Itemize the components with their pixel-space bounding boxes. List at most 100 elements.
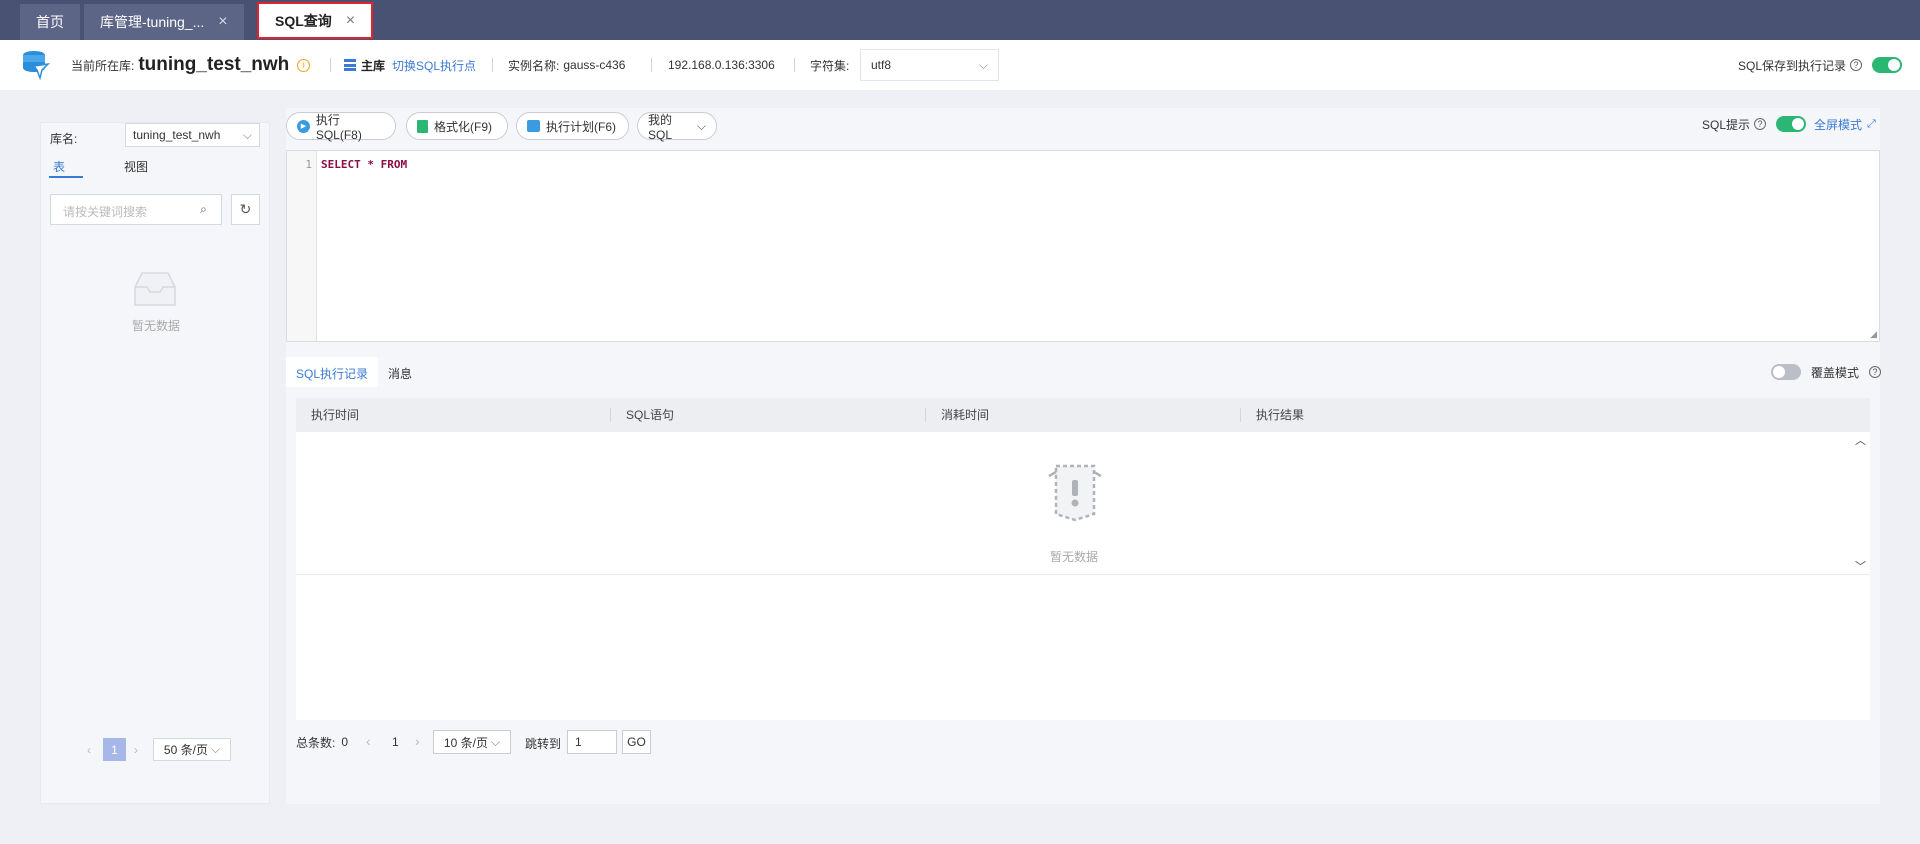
db-label: 库名: bbox=[50, 132, 78, 146]
page-size-value: 10 条/页 bbox=[443, 735, 488, 750]
prev-page-icon[interactable]: ‹ bbox=[366, 733, 371, 749]
tab-db-management[interactable]: 库管理-tuning_... × bbox=[84, 4, 244, 40]
plan-label: 执行计划(F6) bbox=[546, 119, 616, 134]
next-page-icon[interactable]: › bbox=[415, 733, 420, 749]
jump-label: 跳转到 bbox=[525, 737, 562, 751]
jump-page-value: 1 bbox=[575, 735, 582, 749]
table-search-input[interactable]: 请按关键词搜索 bbox=[50, 194, 193, 225]
execution-plan-button[interactable]: 执行计划(F6) bbox=[516, 112, 629, 140]
overwrite-mode-setting: 覆盖模式 ? bbox=[1771, 358, 1882, 386]
fullscreen-button[interactable]: 全屏模式 bbox=[1814, 116, 1862, 133]
role-label: 主库 bbox=[361, 58, 386, 73]
address: 192.168.0.136:3306 bbox=[668, 58, 775, 72]
chevron-down-icon: ⌵ bbox=[210, 742, 221, 756]
total-value: 0 bbox=[341, 735, 349, 749]
execute-sql-label: 执行SQL(F8) bbox=[315, 112, 362, 142]
chevron-down-icon: ⌵ bbox=[696, 118, 706, 133]
charset-select[interactable]: utf8 ⌵ bbox=[860, 49, 999, 81]
execute-sql-button[interactable]: ▶ 执行SQL(F8) bbox=[286, 112, 396, 142]
search-icon: ⌕ bbox=[200, 202, 207, 216]
total-count: 总条数: 0 bbox=[296, 730, 348, 754]
empty-text: 暂无数据 bbox=[132, 319, 181, 333]
tab-messages[interactable]: 消息 bbox=[388, 365, 412, 382]
format-button[interactable]: 格式化(F9) bbox=[406, 112, 508, 140]
sql-hint-label: SQL提示 bbox=[1702, 117, 1751, 132]
chevron-down-icon: ⌵ bbox=[242, 127, 252, 142]
switch-sql-point-link[interactable]: 切换SQL执行点 bbox=[392, 57, 476, 74]
plan-icon bbox=[527, 120, 540, 132]
search-placeholder: 请按关键词搜索 bbox=[63, 205, 148, 219]
table-header: 执行时间 SQL语句 消耗时间 执行结果 bbox=[296, 398, 1870, 432]
tab-label: 首页 bbox=[36, 14, 64, 30]
tab-home[interactable]: 首页 bbox=[20, 4, 80, 40]
go-button[interactable]: GO bbox=[622, 730, 651, 754]
instance-name: gauss-c436 bbox=[563, 58, 626, 72]
resize-handle-icon[interactable]: ◢ bbox=[1870, 329, 1877, 340]
help-icon[interactable]: ? bbox=[1754, 118, 1767, 130]
play-icon: ▶ bbox=[297, 119, 310, 133]
close-icon[interactable]: × bbox=[346, 12, 355, 30]
active-tab-indicator bbox=[49, 176, 83, 178]
db-select-value: tuning_test_nwh bbox=[133, 128, 221, 142]
page-current[interactable]: 1 bbox=[103, 738, 126, 761]
current-db-label: 当前所在库: bbox=[71, 58, 135, 73]
next-page-icon[interactable]: › bbox=[134, 743, 138, 757]
page-current[interactable]: 1 bbox=[392, 735, 399, 749]
tab-tables[interactable]: 表 bbox=[53, 158, 65, 175]
tab-sql-query[interactable]: SQL查询 × bbox=[257, 2, 374, 39]
page-size-select[interactable]: 50 条/页 ⌵ bbox=[153, 738, 231, 761]
go-label: GO bbox=[627, 735, 646, 749]
empty-text: 暂无数据 bbox=[1050, 550, 1099, 564]
sql-editor[interactable]: 1 SELECT * FROM ◢ bbox=[286, 150, 1880, 342]
scroll-up-icon[interactable]: ︿ bbox=[1855, 432, 1866, 448]
line-number: 1 bbox=[305, 158, 312, 171]
sql-code[interactable]: SELECT * FROM bbox=[321, 158, 407, 171]
close-icon[interactable]: × bbox=[218, 13, 227, 31]
my-sql-dropdown[interactable]: 我的SQL ⌵ bbox=[637, 112, 717, 142]
db-select[interactable]: tuning_test_nwh ⌵ bbox=[125, 123, 260, 147]
format-icon bbox=[417, 119, 428, 133]
tab-sql-history-label: SQL执行记录 bbox=[296, 367, 369, 381]
column-header: 执行结果 bbox=[1256, 408, 1305, 422]
column-header: 消耗时间 bbox=[941, 408, 990, 422]
divider bbox=[296, 574, 1870, 575]
refresh-button[interactable]: ↻ bbox=[231, 194, 260, 225]
overwrite-mode-label: 覆盖模式 bbox=[1811, 365, 1860, 380]
tab-sql-history[interactable]: SQL执行记录 bbox=[286, 357, 378, 387]
info-icon[interactable]: i bbox=[297, 58, 311, 72]
tab-label: SQL查询 bbox=[275, 12, 332, 29]
save-history-toggle[interactable] bbox=[1872, 57, 1903, 73]
page-size-select[interactable]: 10 条/页 ⌵ bbox=[433, 730, 511, 754]
instance-info: 实例名称: gauss-c436 bbox=[508, 40, 625, 90]
prev-page-icon[interactable]: ‹ bbox=[87, 743, 91, 757]
master-role: 主库 切换SQL执行点 bbox=[344, 40, 476, 90]
sql-hint-toggle[interactable] bbox=[1776, 116, 1807, 132]
instance-label: 实例名称: bbox=[508, 58, 560, 73]
object-browser-panel: 库名: tuning_test_nwh ⌵ 表 视图 请按关键词搜索 ⌕ ↻ 暂… bbox=[40, 122, 270, 804]
search-button[interactable]: ⌕ bbox=[186, 194, 222, 225]
help-icon[interactable]: ? bbox=[1869, 366, 1882, 378]
column-header: 执行时间 bbox=[311, 408, 360, 422]
save-history-label: SQL保存到执行记录 bbox=[1738, 58, 1847, 73]
current-db-name: tuning_test_nwh bbox=[138, 54, 290, 75]
jump-page-input[interactable]: 1 bbox=[567, 730, 617, 754]
current-db: 当前所在库: tuning_test_nwh i bbox=[71, 40, 311, 90]
fullscreen-icon[interactable]: ⤢ bbox=[1867, 118, 1876, 131]
help-icon[interactable]: ? bbox=[1850, 59, 1863, 71]
total-label: 总条数: bbox=[296, 735, 336, 750]
column-header: SQL语句 bbox=[626, 408, 675, 422]
sql-history-table: 执行时间 SQL语句 消耗时间 执行结果 暂无数据 ︿ ﹀ bbox=[296, 398, 1870, 720]
refresh-icon: ↻ bbox=[239, 201, 252, 217]
chevron-down-icon: ⌵ bbox=[490, 734, 501, 749]
database-logo-icon bbox=[23, 51, 51, 80]
format-label: 格式化(F9) bbox=[434, 119, 492, 134]
scroll-down-icon[interactable]: ﹀ bbox=[1855, 558, 1866, 574]
server-icon bbox=[344, 59, 356, 71]
charset-value: utf8 bbox=[871, 58, 892, 72]
tab-bar: 首页 库管理-tuning_... × SQL查询 × bbox=[0, 0, 1920, 40]
charset-label: 字符集: bbox=[810, 58, 850, 73]
chevron-down-icon: ⌵ bbox=[978, 57, 988, 72]
save-history-setting: SQL保存到执行记录 ? bbox=[1738, 40, 1903, 90]
overwrite-mode-toggle[interactable] bbox=[1771, 364, 1801, 380]
tab-views[interactable]: 视图 bbox=[124, 158, 148, 175]
